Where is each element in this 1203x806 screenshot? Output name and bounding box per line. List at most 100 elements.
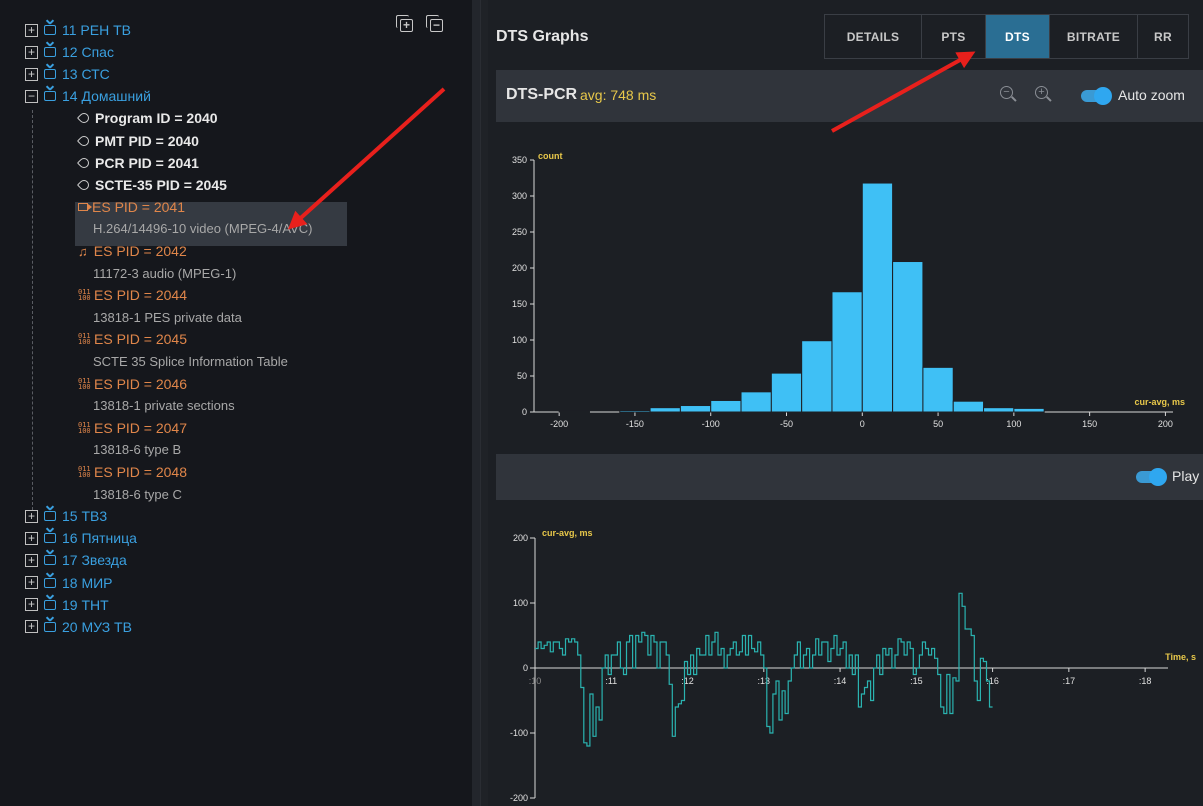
tree-es-description: 13818-1 private sections <box>93 395 235 417</box>
y-tick-label: 0 <box>522 407 527 417</box>
program-label: 11 РЕН ТВ <box>62 22 131 38</box>
es-label: ES PID = 2044 <box>94 287 188 304</box>
es-description: SCTE 35 Splice Information Table <box>93 354 288 369</box>
tv-icon <box>44 25 56 35</box>
histogram-bar <box>679 405 712 413</box>
tree-program-b2[interactable]: + 17 Звезда <box>25 549 127 571</box>
tree-program-b1[interactable]: + 16 Пятница <box>25 527 137 549</box>
tree-program-1[interactable]: + 12 Спас <box>25 41 114 63</box>
x-tick-label: :13 <box>758 676 771 686</box>
es-label: ES PID = 2046 <box>94 375 188 392</box>
tab-details[interactable]: DETAILS <box>825 15 922 58</box>
tree-program-expanded[interactable]: − 14 Домашний <box>25 85 151 107</box>
tree-es-item[interactable]: 011 100 ES PID = 2046 <box>78 373 187 395</box>
y-axis-title: count <box>538 151 563 161</box>
auto-zoom-toggle[interactable] <box>1081 87 1112 105</box>
panel-splitter[interactable] <box>480 0 488 806</box>
histogram-bar <box>740 391 772 413</box>
tag-icon <box>76 177 92 192</box>
zoom-in-icon[interactable]: + <box>1035 86 1053 104</box>
tv-icon <box>44 91 56 102</box>
tree-program-b0[interactable]: + 15 ТВ3 <box>25 505 107 527</box>
histogram-bar <box>952 400 985 413</box>
tab-rr[interactable]: RR <box>1138 15 1188 58</box>
tree-program-b4[interactable]: + 19 ТНТ <box>25 594 109 616</box>
histogram-average: avg: 748 ms <box>580 87 657 103</box>
x-tick-label: :18 <box>1139 676 1152 686</box>
auto-zoom-label: Auto zoom <box>1118 87 1185 103</box>
timeline-header: Play <box>496 454 1203 500</box>
y-tick-label: -200 <box>510 793 528 803</box>
y-tick-label: 350 <box>512 155 527 165</box>
program-label: 13 СТС <box>62 66 110 83</box>
meta-label: PCR PID = 2041 <box>95 154 199 171</box>
tree-guide-line <box>32 110 33 510</box>
dts-timeline-chart: -200-1000100200:10:11:12:13:14:15:16:17:… <box>510 528 1196 803</box>
program-label: 19 ТНТ <box>62 596 109 613</box>
expand-toggle-icon[interactable]: + <box>25 45 38 59</box>
tree-meta-item[interactable]: SCTE-35 PID = 2045 <box>76 174 227 196</box>
tree-scrollbar[interactable] <box>472 0 480 806</box>
tree-es-item[interactable]: 011 100 ES PID = 2045 <box>78 328 187 350</box>
x-axis-title: cur-avg, ms <box>1134 397 1185 407</box>
expand-toggle-icon[interactable]: + <box>25 531 38 545</box>
meta-label: SCTE-35 PID = 2045 <box>95 176 227 193</box>
binary-data-icon: 011 100 <box>78 288 91 303</box>
y-tick-label: 250 <box>512 227 527 237</box>
program-tree-panel: + − + 11 РЕН ТВ + 12 Спас + 13 СТС − 14 … <box>0 0 472 806</box>
y-axis-title: cur-avg, ms <box>542 528 593 538</box>
tv-icon <box>44 555 56 566</box>
x-tick-label: -50 <box>780 419 793 429</box>
play-label: Play <box>1172 468 1200 484</box>
tree-es-item[interactable]: 011 100 ES PID = 2044 <box>78 284 187 306</box>
collapse-toggle-icon[interactable]: − <box>25 89 38 103</box>
tab-bitrate[interactable]: BITRATE <box>1050 15 1138 58</box>
dts-pcr-histogram: 0 50 100 150 200 250 300 350 -200 -150 -100 -50 0 50 1… <box>512 151 1185 429</box>
tree-es-item[interactable]: 011 100 ES PID = 2048 <box>78 461 187 483</box>
y-tick-label: 200 <box>512 263 527 273</box>
collapse-all-button[interactable]: − <box>426 15 446 35</box>
tree-program-0[interactable]: + 11 РЕН ТВ <box>25 19 131 41</box>
expand-toggle-icon[interactable]: + <box>25 509 38 523</box>
expand-toggle-icon[interactable]: + <box>25 67 38 81</box>
expand-toggle-icon[interactable]: + <box>25 576 38 589</box>
tree-program-b3[interactable]: + 18 МИР <box>25 572 113 594</box>
tv-icon <box>44 599 56 610</box>
tree-program-b5[interactable]: + 20 МУЗ ТВ <box>25 616 132 638</box>
tree-meta-item[interactable]: Program ID = 2040 <box>76 107 218 129</box>
program-label: 18 МИР <box>62 574 113 591</box>
meta-label: Program ID = 2040 <box>95 110 218 127</box>
tree-program-2[interactable]: + 13 СТС <box>25 63 110 85</box>
zoom-out-icon[interactable]: − <box>1000 86 1018 104</box>
y-tick-label: 100 <box>513 598 528 608</box>
expand-toggle-icon[interactable]: + <box>25 620 38 634</box>
histogram-bar <box>619 410 651 413</box>
x-tick-label: 100 <box>1006 419 1021 429</box>
tree-toolbar: + − <box>396 15 446 35</box>
y-tick-label: 150 <box>512 299 527 309</box>
es-description: 13818-1 PES private data <box>93 309 242 325</box>
expand-all-button[interactable]: + <box>396 15 416 35</box>
expand-toggle-icon[interactable]: + <box>25 23 38 37</box>
histogram-bar <box>558 410 590 413</box>
tree-es-item[interactable]: ♫ ES PID = 2042 <box>78 240 187 262</box>
x-tick-label: 150 <box>1082 419 1097 429</box>
expand-toggle-icon[interactable]: + <box>25 598 38 612</box>
x-tick-label: :11 <box>605 676 617 686</box>
video-camera-icon <box>78 202 92 211</box>
binary-data-icon: 011 100 <box>78 376 91 391</box>
tree-meta-item[interactable]: PMT PID = 2040 <box>76 130 199 152</box>
tree-es-item[interactable]: 011 100 ES PID = 2047 <box>78 417 187 439</box>
binary-data-icon: 011 100 <box>78 332 91 347</box>
histogram-bar <box>983 407 1015 413</box>
tab-dts[interactable]: DTS <box>986 15 1050 58</box>
tag-icon <box>76 133 92 148</box>
tree-es-item[interactable]: ES PID = 2041 <box>78 196 185 218</box>
tv-icon <box>44 47 56 58</box>
x-tick-label: 50 <box>933 419 943 429</box>
tree-meta-item[interactable]: PCR PID = 2041 <box>76 152 199 174</box>
expand-toggle-icon[interactable]: + <box>25 553 38 567</box>
histogram-bar <box>770 372 803 413</box>
play-toggle[interactable] <box>1136 468 1167 486</box>
x-tick-label: -150 <box>626 419 644 429</box>
